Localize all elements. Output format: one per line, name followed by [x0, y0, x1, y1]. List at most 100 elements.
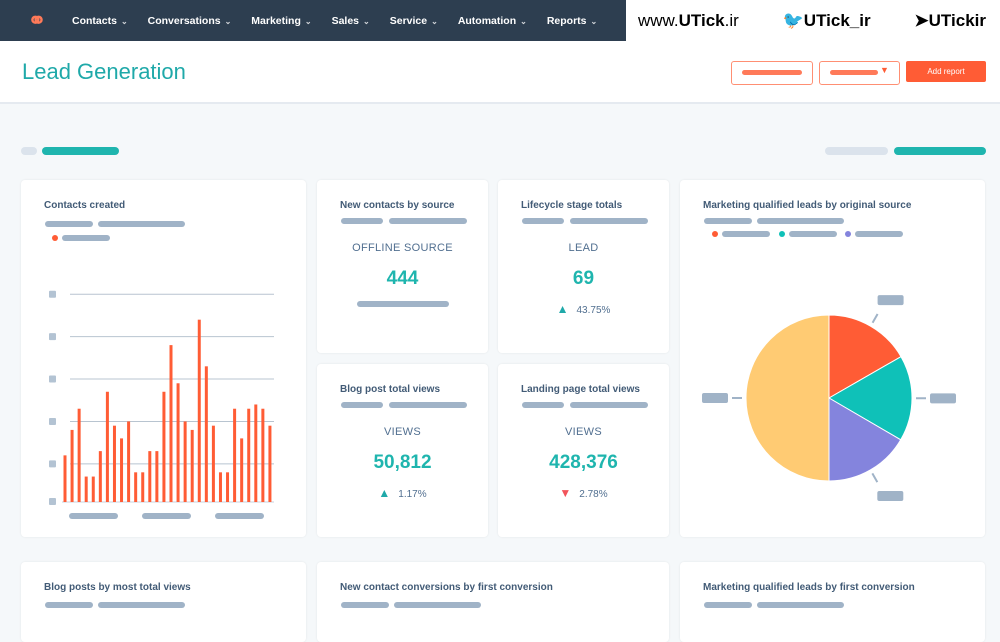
card-landing-views[interactable]: Landing page total views VIEWS 428,376 ▼… — [498, 364, 669, 537]
bar — [92, 477, 95, 502]
placeholder — [98, 602, 185, 608]
nav-conversations[interactable]: Conversations⌄ — [148, 15, 232, 27]
bar — [141, 472, 144, 502]
chevron-down-icon: ⌄ — [591, 17, 598, 26]
bar — [170, 345, 173, 502]
placeholder — [341, 402, 383, 408]
card-mql-first[interactable]: Marketing qualified leads by first conve… — [680, 562, 985, 642]
bar — [191, 430, 194, 502]
data-label — [702, 393, 728, 403]
bar — [106, 392, 109, 502]
card-conversions[interactable]: New contact conversions by first convers… — [317, 562, 669, 642]
placeholder — [341, 602, 389, 608]
placeholder — [341, 218, 383, 224]
watermark: www.UTick.ir 🐦UTick_ir ➤UTickir — [626, 0, 1000, 41]
card-lifecycle[interactable]: Lifecycle stage totals LEAD 69 ▲43.75% — [498, 180, 669, 353]
placeholder — [45, 602, 93, 608]
hubspot-logo-icon[interactable]: ⚭ — [24, 8, 50, 34]
bar — [120, 438, 123, 502]
nav-reports[interactable]: Reports⌄ — [547, 15, 597, 27]
page-header: Lead Generation ▼ Add report — [0, 41, 1000, 104]
nav-label: Contacts — [72, 15, 117, 27]
chevron-down-icon: ⌄ — [363, 17, 370, 26]
caret-down-icon: ▼ — [880, 65, 889, 75]
bar — [268, 426, 271, 502]
bar — [198, 320, 201, 502]
triangle-down-icon: ▼ — [559, 486, 571, 500]
card-title: Blog posts by most total views — [44, 582, 191, 593]
bar — [155, 451, 158, 502]
placeholder — [522, 218, 564, 224]
telegram-icon: ➤ — [914, 11, 928, 30]
nav-label: Service — [390, 15, 427, 27]
filter-tab[interactable] — [21, 147, 37, 155]
y-tick-label — [49, 291, 56, 298]
label-leader — [872, 473, 877, 482]
filter-tab[interactable] — [825, 147, 888, 155]
placeholder — [389, 218, 467, 224]
bar — [113, 426, 116, 502]
bar — [162, 392, 165, 502]
data-label — [877, 491, 903, 501]
chevron-down-icon: ⌄ — [121, 17, 128, 26]
bar — [212, 426, 215, 502]
page-title: Lead Generation — [22, 59, 186, 85]
chevron-down-icon: ⌄ — [305, 17, 312, 26]
nav-sales[interactable]: Sales⌄ — [332, 15, 370, 27]
pie-chart — [680, 180, 985, 537]
placeholder — [570, 402, 648, 408]
card-blog-posts[interactable]: Blog posts by most total views — [21, 562, 306, 642]
card-title: Landing page total views — [521, 384, 640, 395]
nav-label: Automation — [458, 15, 516, 27]
bar — [254, 404, 257, 502]
nav-label: Conversations — [148, 15, 221, 27]
nav-contacts[interactable]: Contacts ⌄ — [72, 15, 128, 27]
y-tick-label — [49, 460, 56, 467]
placeholder — [570, 218, 648, 224]
action-button[interactable] — [731, 61, 813, 85]
bar — [261, 409, 264, 502]
y-tick-label — [49, 498, 56, 505]
watermark-site: www.UTick.ir — [638, 11, 739, 31]
x-tick-label — [215, 513, 264, 519]
stat-value: 50,812 — [317, 452, 488, 474]
card-blog-views[interactable]: Blog post total views VIEWS 50,812 ▲1.17… — [317, 364, 488, 537]
bar — [99, 451, 102, 502]
nav-service[interactable]: Service ⌄ — [390, 15, 438, 27]
pie-slice — [746, 315, 829, 481]
data-label — [930, 393, 956, 403]
dropdown-button[interactable]: ▼ — [819, 61, 900, 85]
bar — [205, 366, 208, 502]
stat-label: LEAD — [498, 242, 669, 254]
label-leader — [873, 314, 878, 323]
nav-automation[interactable]: Automation⌄ — [458, 15, 527, 27]
bar — [64, 455, 67, 502]
bar — [240, 438, 243, 502]
nav-label: Marketing — [251, 15, 301, 27]
filter-tab-active[interactable] — [42, 147, 119, 155]
bar — [177, 383, 180, 502]
y-tick-label — [49, 376, 56, 383]
add-report-button[interactable]: Add report — [906, 61, 986, 82]
nav-marketing[interactable]: Marketing ⌄ — [251, 15, 311, 27]
card-contacts-created[interactable]: Contacts created — [21, 180, 306, 537]
stat-change: ▲1.17% — [317, 486, 488, 500]
stat-label: VIEWS — [498, 426, 669, 438]
stat-label: VIEWS — [317, 426, 488, 438]
stat-value: 428,376 — [498, 452, 669, 474]
placeholder — [522, 402, 564, 408]
placeholder — [394, 602, 481, 608]
x-tick-label — [142, 513, 191, 519]
chevron-down-icon: ⌄ — [431, 17, 438, 26]
stat-change: ▼2.78% — [498, 486, 669, 500]
bar — [247, 409, 250, 502]
stat-label: OFFLINE SOURCE — [317, 242, 488, 254]
card-title: Blog post total views — [340, 384, 440, 395]
bar — [127, 421, 130, 502]
stat-value: 444 — [317, 268, 488, 290]
card-new-contacts[interactable]: New contacts by source OFFLINE SOURCE 44… — [317, 180, 488, 353]
card-mql-source[interactable]: Marketing qualified leads by original so… — [680, 180, 985, 537]
filter-tab-active[interactable] — [894, 147, 986, 155]
bar — [71, 430, 74, 502]
top-nav: ⚭ Contacts⌄ Conversations⌄ Marketing⌄ Sa… — [0, 0, 626, 41]
